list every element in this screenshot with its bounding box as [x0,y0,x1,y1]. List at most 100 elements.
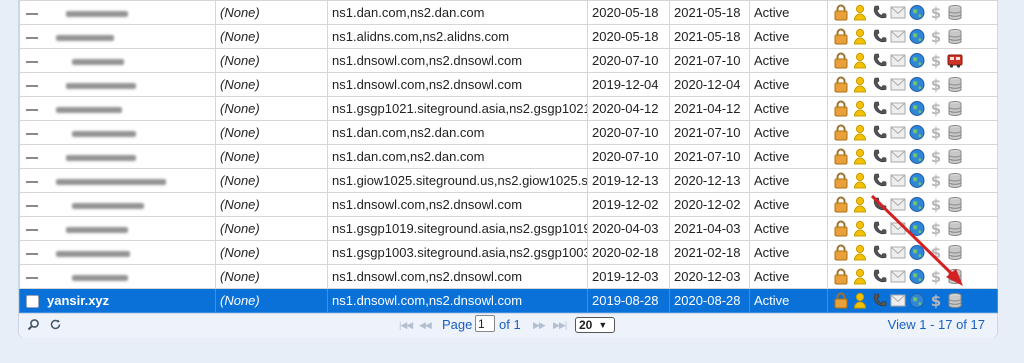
table-row[interactable]: (None) ns1.dnsowl.com,ns2.dnsowl.com 2019-… [19,192,998,217]
table-row[interactable]: (None) ns1.dnsowl.com,ns2.dnsowl.com 2020-… [19,48,998,73]
page-number-input[interactable] [475,315,495,332]
user-icon[interactable] [852,220,868,237]
lock-icon[interactable] [833,172,849,189]
dollar-icon[interactable]: $ [928,244,944,261]
globe-icon[interactable] [909,76,925,93]
phone-icon[interactable] [871,292,887,309]
phone-icon[interactable] [871,148,887,165]
user-icon[interactable] [852,244,868,261]
database-icon[interactable] [947,220,963,237]
phone-icon[interactable] [871,268,887,285]
phone-icon[interactable] [871,196,887,213]
globe-icon[interactable] [909,124,925,141]
database-icon[interactable] [947,268,963,285]
database-icon[interactable] [947,28,963,45]
dollar-icon[interactable]: $ [928,268,944,285]
database-icon[interactable] [947,100,963,117]
domain-cell[interactable] [19,216,216,241]
database-icon[interactable] [947,76,963,93]
lock-icon[interactable] [833,244,849,261]
search-icon[interactable] [27,318,40,334]
lock-icon[interactable] [833,4,849,21]
dollar-icon[interactable]: $ [928,28,944,45]
page-size-select[interactable]: 20 ▼ [575,317,615,333]
globe-icon[interactable] [909,244,925,261]
globe-icon[interactable] [909,268,925,285]
lock-icon[interactable] [833,124,849,141]
table-row[interactable]: (None) ns1.dan.com,ns2.dan.com 2020-07-10 2… [19,120,998,145]
row-checkbox[interactable] [26,295,39,309]
table-row[interactable]: (None) ns1.dan.com,ns2.dan.com 2020-07-10 2… [19,144,998,169]
phone-icon[interactable] [871,124,887,141]
database-icon[interactable] [947,148,963,165]
envelope-icon[interactable] [890,172,906,189]
domain-cell[interactable] [19,168,216,193]
phone-icon[interactable] [871,4,887,21]
database-icon[interactable] [947,196,963,213]
lock-icon[interactable] [833,28,849,45]
next-page-icon[interactable]: ▶▶ [533,320,546,331]
envelope-icon[interactable] [890,28,906,45]
dollar-icon[interactable]: $ [928,148,944,165]
user-icon[interactable] [852,52,868,69]
phone-icon[interactable] [871,52,887,69]
domain-cell[interactable] [19,192,216,217]
phone-icon[interactable] [871,172,887,189]
phone-icon[interactable] [871,244,887,261]
domain-cell[interactable] [19,24,216,49]
database-icon[interactable] [947,244,963,261]
lock-icon[interactable] [833,100,849,117]
domain-cell[interactable] [19,0,216,25]
database-icon[interactable] [947,172,963,189]
dollar-icon[interactable]: $ [928,100,944,117]
lock-icon[interactable] [833,268,849,285]
envelope-icon[interactable] [890,4,906,21]
dollar-icon[interactable]: $ [928,124,944,141]
globe-icon[interactable] [909,196,925,213]
lock-icon[interactable] [833,220,849,237]
globe-icon[interactable] [909,148,925,165]
domain-cell[interactable]: yansir.xyz [19,288,216,313]
refresh-icon[interactable] [49,318,62,334]
dollar-icon[interactable]: $ [928,220,944,237]
globe-icon[interactable] [909,52,925,69]
truck-icon[interactable] [947,52,963,69]
domain-cell[interactable] [19,264,216,289]
user-icon[interactable] [852,196,868,213]
lock-icon[interactable] [833,76,849,93]
first-page-icon[interactable]: |◀◀ [399,320,413,331]
user-icon[interactable] [852,172,868,189]
phone-icon[interactable] [871,76,887,93]
table-row[interactable]: (None) ns1.gsgp1021.siteground.asia,ns2.g… [19,96,998,121]
envelope-icon[interactable] [890,196,906,213]
envelope-icon[interactable] [890,148,906,165]
table-row[interactable]: (None) ns1.alidns.com,ns2.alidns.com 2020-… [19,24,998,49]
domain-cell[interactable] [19,48,216,73]
table-row[interactable]: (None) ns1.dan.com,ns2.dan.com 2020-05-18 2… [19,0,998,25]
globe-icon[interactable] [909,100,925,117]
user-icon[interactable] [852,148,868,165]
last-page-icon[interactable]: ▶▶| [553,320,567,331]
envelope-icon[interactable] [890,268,906,285]
domain-cell[interactable] [19,240,216,265]
user-icon[interactable] [852,124,868,141]
table-row[interactable]: (None) ns1.dnsowl.com,ns2.dnsowl.com 2019-… [19,72,998,97]
dollar-icon[interactable]: $ [928,76,944,93]
phone-icon[interactable] [871,28,887,45]
globe-icon[interactable] [909,4,925,21]
table-row[interactable]: (None) ns1.gsgp1003.siteground.asia,ns2.g… [19,240,998,265]
phone-icon[interactable] [871,100,887,117]
envelope-icon[interactable] [890,292,906,309]
table-row[interactable]: (None) ns1.gsgp1019.siteground.asia,ns2.g… [19,216,998,241]
envelope-icon[interactable] [890,244,906,261]
dollar-icon[interactable]: $ [928,4,944,21]
table-row[interactable]: yansir.xyz (None) ns1.dnsowl.com,ns2.dnsow… [19,288,998,313]
table-row[interactable]: (None) ns1.dnsowl.com,ns2.dnsowl.com 2019-… [19,264,998,289]
user-icon[interactable] [852,76,868,93]
globe-icon[interactable] [909,220,925,237]
globe-icon[interactable] [909,292,925,309]
domain-name[interactable]: yansir.xyz [47,293,109,308]
user-icon[interactable] [852,292,868,309]
globe-icon[interactable] [909,28,925,45]
lock-icon[interactable] [833,196,849,213]
